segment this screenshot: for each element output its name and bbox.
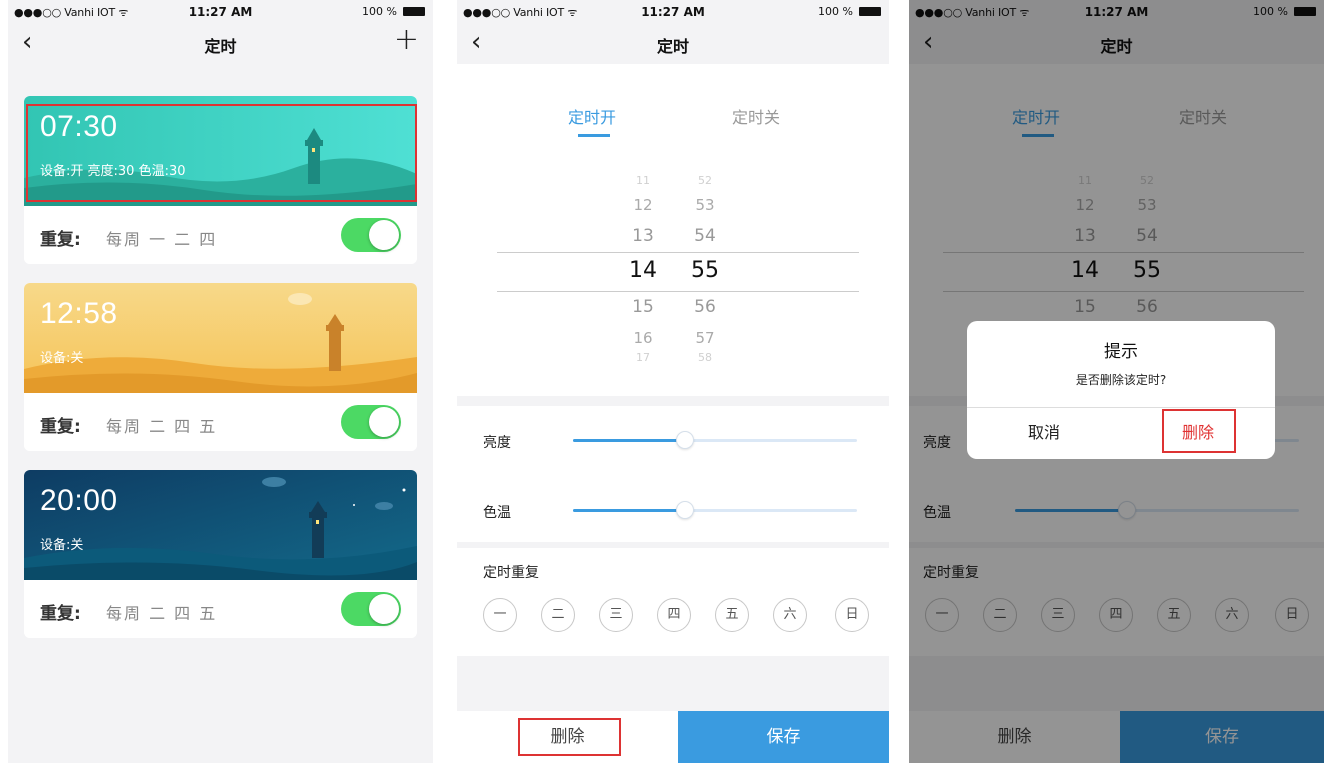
nav-bar: ‹ 定时 + <box>8 22 433 64</box>
color-temp-thumb[interactable] <box>676 501 694 519</box>
timer-scene-night: 20:00 设备:关 <box>24 470 417 580</box>
weekday-sat[interactable]: 六 <box>773 598 807 632</box>
hour-option[interactable]: 11 <box>621 174 665 187</box>
timer-card[interactable]: 12:58 设备:关 重复: 每周 二 四 五 <box>24 283 417 451</box>
weekday-thu[interactable]: 四 <box>657 598 691 632</box>
repeat-label: 重复: <box>40 417 81 437</box>
toggle-knob <box>369 407 399 437</box>
repeat-row: 重复: 每周 一 二 四 <box>24 206 417 264</box>
battery-icon <box>403 7 425 16</box>
highlight-box <box>26 104 417 202</box>
repeat-label: 定时重复 <box>483 565 539 581</box>
minute-option[interactable]: 56 <box>683 297 727 317</box>
battery-icon <box>859 7 881 16</box>
hour-option[interactable]: 17 <box>621 351 665 364</box>
hour-selected[interactable]: 14 <box>621 258 665 283</box>
repeat-row: 重复: 每周 二 四 五 <box>24 393 417 451</box>
repeat-label: 重复: <box>40 230 81 250</box>
battery-percent: 100 % <box>818 5 853 18</box>
tab-timer-off[interactable]: 定时关 <box>732 104 780 128</box>
delete-confirm-screen: ●●●○○ Vanhi IOT ᯤ 11:27 AM 100 % ‹ 定时 定时… <box>909 0 1324 763</box>
hour-option[interactable]: 13 <box>621 226 665 246</box>
status-bar: ●●●○○ Vanhi IOT ᯤ 11:27 AM 100 % <box>8 0 433 22</box>
brightness-thumb[interactable] <box>676 431 694 449</box>
weekday-tue[interactable]: 二 <box>541 598 575 632</box>
timer-toggle[interactable] <box>341 405 401 439</box>
battery-percent: 100 % <box>362 5 397 18</box>
brightness-fill <box>573 439 685 442</box>
picker-select-line-top <box>497 252 859 253</box>
save-button[interactable]: 保存 <box>678 711 889 763</box>
add-timer-button[interactable]: + <box>394 24 419 56</box>
active-tab-indicator <box>578 134 610 137</box>
timer-list-screen: ●●●○○ Vanhi IOT ᯤ 11:27 AM 100 % ‹ 定时 + … <box>8 0 433 763</box>
weekday-mon[interactable]: 一 <box>483 598 517 632</box>
repeat-row: 重复: 每周 二 四 五 <box>24 580 417 638</box>
minute-option[interactable]: 53 <box>683 196 727 214</box>
toggle-knob <box>369 594 399 624</box>
repeat-days: 每周 一 二 四 <box>106 230 218 249</box>
weekday-fri[interactable]: 五 <box>715 598 749 632</box>
weekday-wed[interactable]: 三 <box>599 598 633 632</box>
minute-option[interactable]: 54 <box>683 226 727 246</box>
highlight-box <box>1162 409 1236 453</box>
weekday-sun[interactable]: 日 <box>835 598 869 632</box>
minute-option[interactable]: 52 <box>683 174 727 187</box>
hour-option[interactable]: 15 <box>621 297 665 317</box>
timer-time: 20:00 <box>40 484 118 517</box>
highlight-box <box>518 718 621 756</box>
repeat-label: 重复: <box>40 604 81 624</box>
color-temp-label: 色温 <box>483 505 511 521</box>
tab-timer-on[interactable]: 定时开 <box>568 104 616 128</box>
minute-option[interactable]: 57 <box>683 329 727 347</box>
edit-timer-screen: ●●●○○ Vanhi IOT ᯤ 11:27 AM 100 % ‹ 定时 定时… <box>457 0 889 763</box>
repeat-days: 每周 二 四 五 <box>106 417 218 436</box>
dialog-title: 提示 <box>1104 342 1138 362</box>
timer-scene-golden: 12:58 设备:关 <box>24 283 417 393</box>
timer-detail: 设备:关 <box>40 351 84 366</box>
minute-selected[interactable]: 55 <box>683 258 727 283</box>
hour-option[interactable]: 16 <box>621 329 665 347</box>
time-picker[interactable]: 11 12 13 14 15 16 17 52 53 54 55 56 57 5… <box>457 146 889 396</box>
timer-card[interactable]: 20:00 设备:关 重复: 每周 二 四 五 <box>24 470 417 638</box>
timer-toggle[interactable] <box>341 592 401 626</box>
picker-select-line-bottom <box>497 291 859 292</box>
repeat-days: 每周 二 四 五 <box>106 604 218 623</box>
minute-option[interactable]: 58 <box>683 351 727 364</box>
dialog-cancel-button[interactable]: 取消 <box>967 407 1121 459</box>
page-title: 定时 <box>204 37 237 56</box>
page-title: 定时 <box>656 37 689 56</box>
status-bar: ●●●○○ Vanhi IOT ᯤ 11:27 AM 100 % <box>457 0 889 22</box>
nav-bar: ‹ 定时 <box>457 22 889 64</box>
brightness-label: 亮度 <box>483 435 511 451</box>
timer-time: 12:58 <box>40 297 118 330</box>
hour-option[interactable]: 12 <box>621 196 665 214</box>
timer-toggle[interactable] <box>341 218 401 252</box>
timer-detail: 设备:关 <box>40 538 84 553</box>
color-temp-fill <box>573 509 685 512</box>
repeat-section: 定时重复 一 二 三 四 五 六 日 <box>457 548 889 656</box>
on-off-tabs: 定时开 定时关 <box>457 64 889 146</box>
toggle-knob <box>369 220 399 250</box>
dialog-message: 是否删除该定时? <box>1075 373 1167 387</box>
slider-section: 亮度 色温 <box>457 406 889 542</box>
